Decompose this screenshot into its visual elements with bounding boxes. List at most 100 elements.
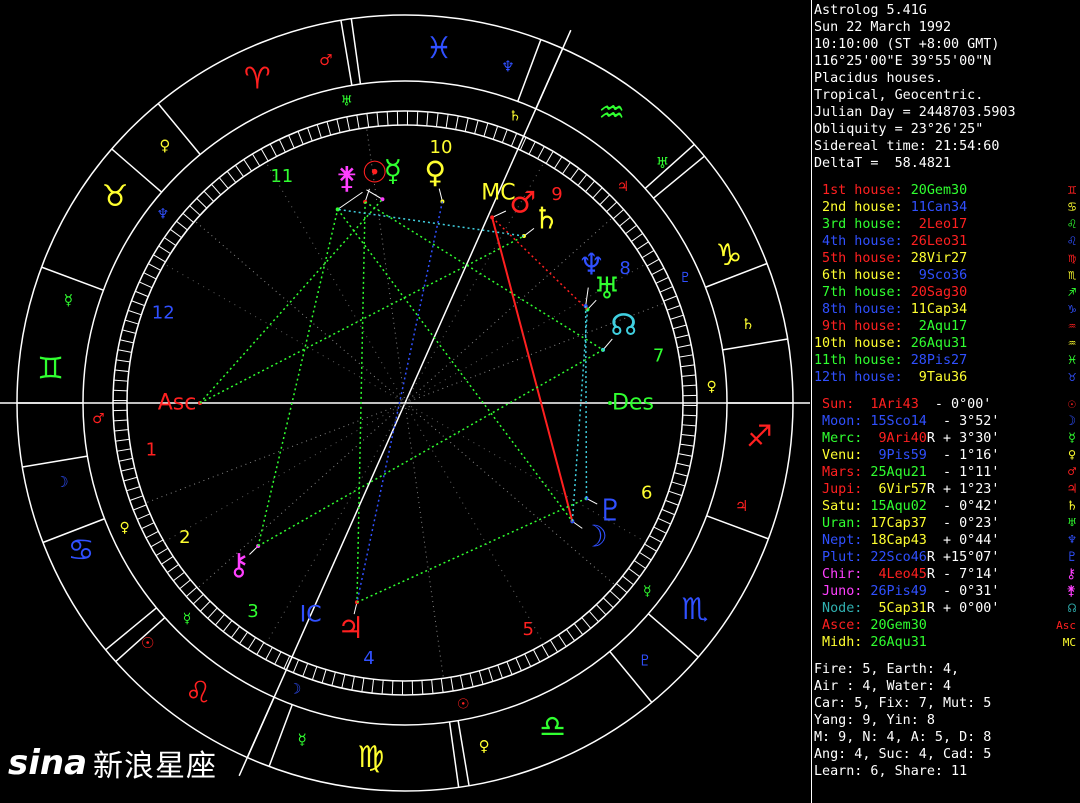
house-sign-icon: ♌ (1067, 234, 1076, 249)
summary-line: Car: 5, Fix: 7, Mut: 5 (814, 695, 1078, 712)
degree-tick (659, 286, 673, 293)
degree-tick (649, 535, 662, 543)
degree-tick (501, 129, 508, 143)
degree-tick (524, 653, 532, 667)
degree-tick (646, 258, 660, 267)
degree-tick (307, 127, 313, 142)
degree-tick (682, 384, 697, 387)
degree-tick (114, 369, 129, 373)
degree-tick (562, 162, 571, 175)
house-number: 3 (247, 601, 258, 622)
degree-tick (176, 220, 188, 231)
summary-line: Fire: 5, Earth: 4, (814, 661, 1078, 678)
degree-tick (657, 517, 671, 525)
degree-tick (440, 678, 444, 693)
sign-ruler-icon: ♀ (159, 137, 170, 155)
juno-icon: ⚵ (336, 161, 358, 196)
degree-tick (126, 486, 141, 492)
planet-row: Midh: 26Aqu31 MC (814, 634, 1078, 651)
house-cusp-line-inner (145, 402, 406, 504)
planet-name: Merc: (814, 431, 863, 446)
planet-glyph-icon: ☿ (1067, 431, 1076, 446)
chiron-icon: ⚷ (228, 547, 250, 582)
planet-name: Nept: (814, 533, 863, 548)
house-number: 11 (270, 166, 293, 187)
degree-tick (207, 607, 218, 619)
planet-retrograde: R (926, 482, 935, 497)
aspect-line (356, 201, 444, 603)
degree-tick (113, 389, 128, 392)
degree-tick (192, 593, 204, 605)
degree-tick (386, 111, 389, 126)
sign-ruler-icon: ♃ (735, 497, 748, 515)
sign-ruler-icon: ☿ (64, 291, 73, 309)
planet-glyph-icon: ⚵ (1066, 584, 1076, 599)
degree-tick (189, 205, 201, 216)
cusp-ruler-icon: ♀ (120, 520, 130, 536)
planet-row: Nept: 18Cap43 + 0°44' ♆ (814, 532, 1078, 549)
des-label: Des (612, 391, 654, 416)
house-cusp: 11Cap34 (902, 302, 968, 317)
planet-retrograde: R (926, 431, 935, 446)
degree-tick (612, 209, 625, 220)
degree-tick (676, 462, 691, 467)
degree-tick (230, 626, 241, 639)
sign-ruler-icon: ♆ (501, 57, 514, 75)
degree-tick (269, 143, 278, 157)
planet-retrograde (927, 635, 935, 650)
degree-tick (173, 571, 185, 582)
degree-tick (545, 151, 554, 164)
sina-logo: sina (8, 743, 88, 783)
house-cusp: 28Pis27 (902, 353, 968, 368)
planet-declination: - 1°16' (934, 448, 1000, 463)
degree-tick (663, 295, 677, 302)
degree-tick (114, 429, 129, 432)
degree-tick (636, 241, 649, 250)
degree-tick (239, 631, 248, 644)
neptune-icon: ♆ (578, 248, 605, 283)
header-line: 116°25'00"E 39°55'00"N (814, 53, 1078, 70)
aspect-line (257, 349, 604, 547)
sign-boundary (457, 720, 470, 786)
header-line: Julian Day = 2448703.5903 (814, 104, 1078, 121)
degree-tick (148, 263, 161, 271)
house-number: 6 (641, 483, 652, 504)
degree-tick (641, 250, 655, 259)
cusp-ruler-icon: ☉ (457, 696, 470, 712)
degree-tick (133, 504, 147, 511)
degree-tick (182, 212, 194, 223)
degree-tick (226, 171, 237, 183)
degree-tick (573, 623, 584, 635)
planet-retrograde (927, 448, 935, 463)
node-icon: ☊ (610, 308, 637, 343)
house-row: 4th house: 26Leo31 ♌ (814, 233, 1078, 250)
degree-tick (116, 448, 131, 452)
planet-name: Asce: (814, 618, 863, 633)
degree-tick (681, 433, 696, 437)
house-sign-icon: ♑ (1067, 302, 1076, 317)
header-text: Astrolog 5.41G (814, 3, 927, 18)
planet-declination: + 1°23' (934, 482, 1000, 497)
degree-tick (497, 664, 503, 679)
summary-text: M: 9, N: 4, A: 5, D: 8 (814, 730, 992, 745)
house-sign-icon: ♒ (1067, 319, 1076, 334)
degree-tick (506, 661, 513, 675)
planet-retrograde (927, 465, 935, 480)
degree-tick (371, 679, 375, 694)
degree-tick (235, 164, 244, 177)
degree-tick (553, 156, 563, 169)
planet-position: 15Sco14 (862, 414, 927, 429)
sign-boundary (517, 39, 542, 102)
watermark: sina 新浪星座 (8, 733, 217, 793)
summary-text: Car: 5, Fix: 7, Mut: 5 (814, 696, 992, 711)
degree-tick (321, 669, 327, 684)
house-cusp-line (350, 18, 362, 85)
degree-tick (166, 564, 179, 573)
planet-retrograde: R (926, 550, 935, 565)
degree-tick (682, 414, 697, 417)
degree-tick (129, 495, 144, 501)
degree-tick (682, 424, 697, 427)
degree-tick (150, 539, 164, 548)
degree-tick (653, 526, 667, 534)
degree-tick (510, 133, 518, 147)
